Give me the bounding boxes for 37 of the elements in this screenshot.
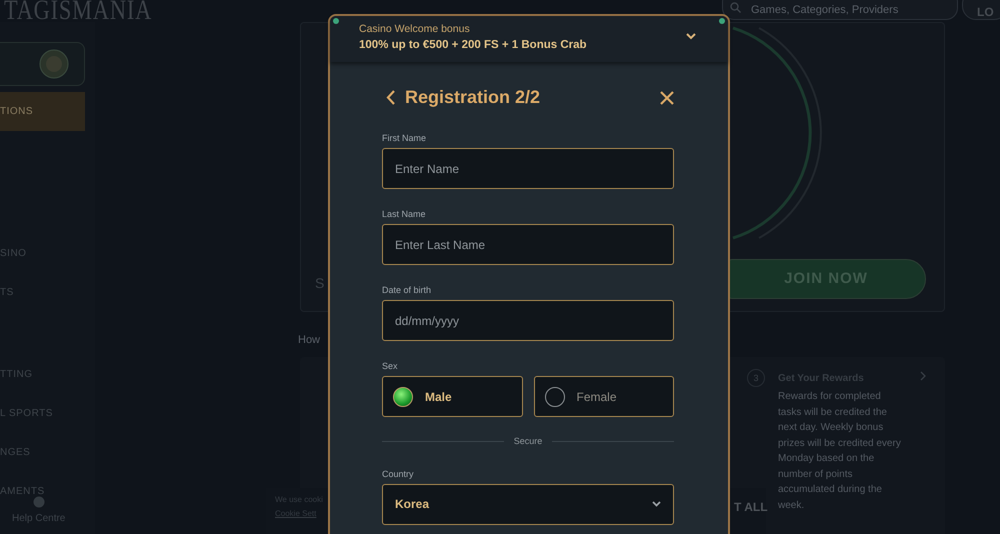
- chevron-down-icon: [652, 501, 661, 507]
- country-select[interactable]: Korea: [382, 484, 674, 524]
- accept-all-button[interactable]: T ALL: [734, 498, 768, 516]
- bonus-offer: 100% up to €500 + 200 FS + 1 Bonus Crab: [359, 38, 587, 53]
- field-label: Last Name: [382, 209, 426, 220]
- bonus-banner[interactable]: Casino Welcome bonus 100% up to €500 + 200 FS + 1 Bonus Crab: [330, 16, 728, 62]
- bonus-label: Casino Welcome bonus: [359, 22, 470, 36]
- input-field[interactable]: Enter Last Name: [382, 224, 674, 265]
- gem-icon: [719, 18, 725, 24]
- search-field[interactable]: Games, Categories, Providers: [722, 0, 958, 20]
- gem-icon: [333, 18, 339, 24]
- chevron-right-icon: [920, 371, 926, 381]
- field-label: Country: [382, 468, 414, 480]
- section-heading: How: [298, 333, 320, 348]
- divider-label: Secure: [514, 435, 542, 448]
- close-icon: [660, 90, 674, 104]
- radio-button[interactable]: [544, 386, 564, 406]
- chevron-down-icon: [686, 33, 696, 40]
- back-button[interactable]: [386, 90, 395, 105]
- radio-label: Female: [576, 388, 617, 406]
- radio-label: Male: [425, 388, 452, 406]
- radio-option[interactable]: Male: [382, 376, 522, 417]
- coin-icon: [39, 49, 69, 79]
- step-description: Rewards for completed tasks will be credited the next day. Weekly bonus prizes will be credited every Monday based on the number of points accumulated during the week.: [778, 390, 902, 512]
- radio-option[interactable]: Female: [534, 376, 674, 417]
- field-label: First Name: [382, 133, 426, 144]
- search-icon: [730, 2, 741, 13]
- dialog-title: Registration 2/2: [405, 86, 542, 109]
- sidebar-item[interactable]: TIONS: [0, 92, 85, 131]
- radio-button[interactable]: [393, 386, 413, 406]
- chevron-left-icon: [386, 90, 395, 105]
- input-field[interactable]: dd/mm/yyyy: [382, 300, 674, 341]
- close-button[interactable]: [660, 90, 674, 104]
- field-label: Sex: [382, 361, 398, 372]
- input-field[interactable]: Enter Name: [382, 148, 674, 189]
- field-label: Date of birth: [382, 285, 432, 296]
- help-icon: [32, 496, 45, 508]
